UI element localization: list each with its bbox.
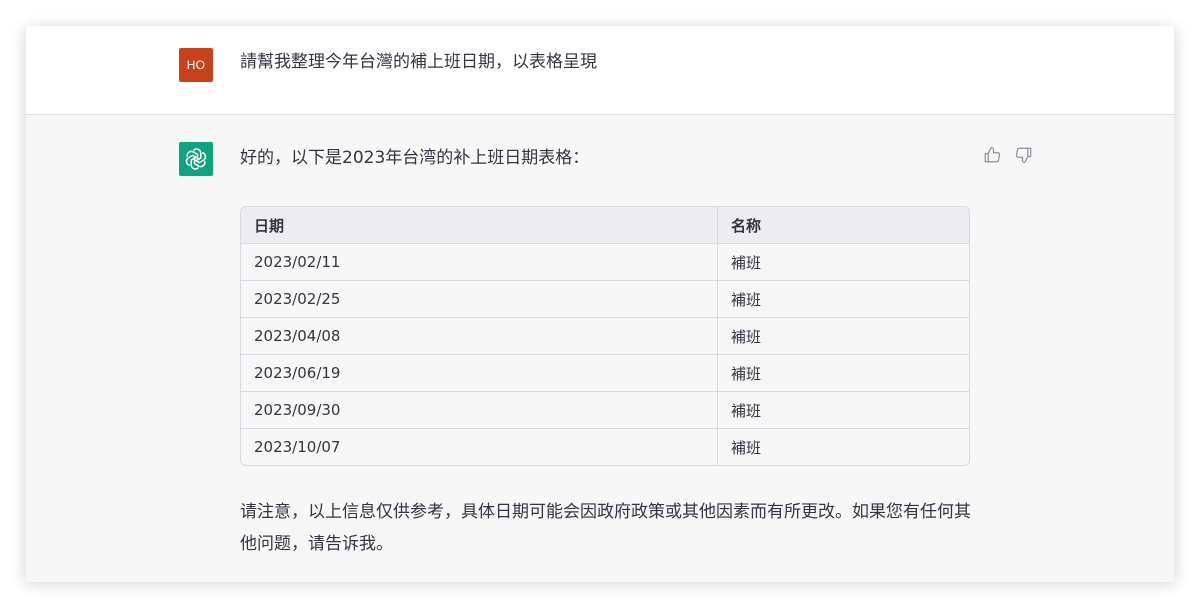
table-row: 2023/06/19 補班 — [241, 354, 969, 392]
user-message-text: 請幫我整理今年台灣的補上班日期，以表格呈現 — [240, 52, 597, 72]
table-row: 2023/04/08 補班 — [241, 317, 969, 355]
cell-name: 補班 — [717, 317, 969, 355]
user-message-row: HO 請幫我整理今年台灣的補上班日期，以表格呈現 — [26, 26, 1174, 115]
header-name: 名称 — [717, 207, 969, 244]
cell-name: 補班 — [717, 243, 969, 281]
table-row: 2023/09/30 補班 — [241, 391, 969, 429]
assistant-note-text: 请注意，以上信息仅供参考，具体日期可能会因政府政策或其他因素而有所更改。如果您有… — [240, 502, 971, 554]
cell-date: 2023/09/30 — [241, 391, 718, 429]
cell-date: 2023/10/07 — [241, 428, 718, 465]
cell-name: 補班 — [731, 438, 762, 457]
cell-date: 2023/06/19 — [241, 354, 718, 392]
chat-window: HO 請幫我整理今年台灣的補上班日期，以表格呈現 好的，以下是2023年台湾的补… — [26, 26, 1174, 582]
table-row: 2023/02/11 補班 — [241, 243, 969, 281]
assistant-avatar — [179, 142, 213, 176]
table-header-row: 日期 名称 — [241, 207, 969, 244]
cell-date: 2023/04/08 — [241, 317, 718, 355]
thumbs-down-icon[interactable] — [1015, 146, 1033, 164]
assistant-intro-text: 好的，以下是2023年台湾的补上班日期表格： — [240, 148, 590, 168]
user-avatar-initials: HO — [186, 58, 206, 72]
header-date: 日期 — [241, 207, 718, 244]
user-avatar: HO — [179, 48, 213, 82]
cell-date: 2023/02/11 — [241, 243, 718, 281]
holiday-table: 日期 名称 2023/02/11 補班 2023/02/25 補班 2023/0… — [240, 206, 970, 466]
cell-name: 補班 — [717, 391, 969, 429]
cell-name: 補班 — [717, 280, 969, 318]
cell-date: 2023/02/25 — [241, 280, 718, 318]
openai-logo-icon — [185, 148, 207, 170]
thumbs-up-icon[interactable] — [983, 146, 1001, 164]
table-row: 2023/02/25 補班 — [241, 280, 969, 318]
table-row: 2023/10/07 補班 — [241, 428, 969, 465]
cell-name: 補班 — [717, 354, 969, 392]
